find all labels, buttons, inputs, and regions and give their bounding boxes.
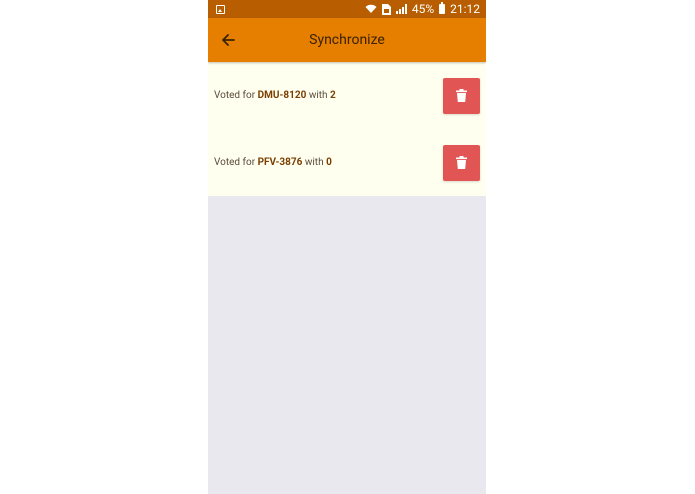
vote-with: with: [304, 157, 324, 168]
vote-code: PFV-3876: [257, 157, 303, 168]
trash-icon: [456, 156, 467, 169]
delete-button[interactable]: [443, 77, 480, 114]
vote-list: Voted for DMU-8120 with 2 Voted for PFV-…: [208, 62, 486, 196]
battery-icon: [439, 2, 446, 14]
vote-value: 2: [330, 90, 336, 101]
signal-icon: [395, 4, 407, 14]
back-button[interactable]: [218, 30, 238, 50]
battery-percent: 45%: [411, 2, 435, 16]
vote-with: with: [308, 90, 328, 101]
phone-screen: 45% 21:12 Synchronize Voted for DMU-8120…: [208, 0, 486, 494]
vote-description: Voted for PFV-3876 with 0: [214, 157, 332, 168]
delete-button[interactable]: [443, 144, 480, 181]
vote-value: 0: [326, 157, 332, 168]
sim-icon: [381, 3, 391, 15]
vote-code: DMU-8120: [257, 90, 307, 101]
vote-prefix: Voted for: [214, 157, 256, 168]
trash-icon: [456, 89, 467, 102]
clock: 21:12: [450, 2, 480, 16]
status-bar: 45% 21:12: [208, 0, 486, 18]
vote-prefix: Voted for: [214, 90, 256, 101]
page-title: Synchronize: [309, 32, 385, 48]
app-bar: Synchronize: [208, 18, 486, 62]
arrow-back-icon: [222, 34, 235, 46]
list-item: Voted for PFV-3876 with 0: [208, 129, 486, 196]
image-notification-icon: [216, 4, 225, 14]
wifi-icon: [365, 4, 377, 13]
vote-description: Voted for DMU-8120 with 2: [214, 90, 336, 101]
list-item: Voted for DMU-8120 with 2: [208, 62, 486, 129]
